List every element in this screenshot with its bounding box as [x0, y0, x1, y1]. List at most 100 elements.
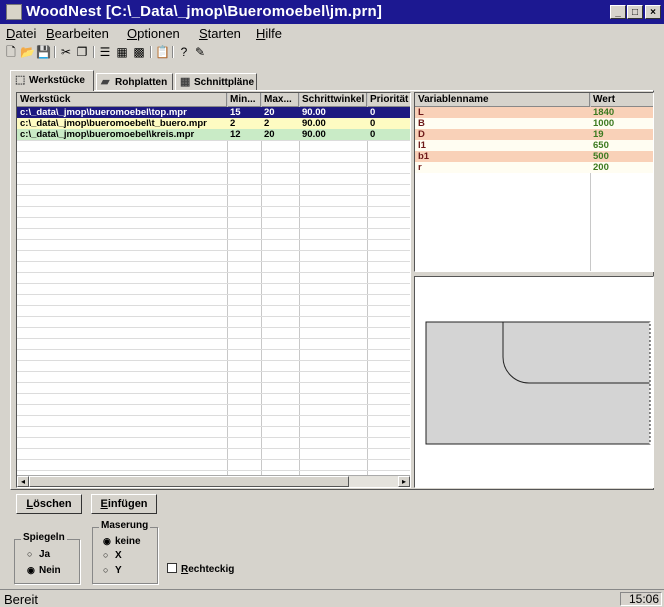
table-cell-max: 20: [264, 129, 275, 140]
rechteckig-checkbox[interactable]: Rechteckig: [167, 563, 234, 575]
scroll-right-icon[interactable]: ▸: [398, 476, 410, 487]
variable-value[interactable]: 500: [590, 151, 653, 162]
tab-rohplatten[interactable]: ▰ Rohplatten: [96, 73, 173, 90]
title-bar: WoodNest [C:\_Data\_jmop\Bueromoebel\jm.…: [0, 0, 664, 24]
list-icon[interactable]: ☰: [98, 45, 112, 59]
maximize-button[interactable]: □: [627, 5, 643, 19]
part-preview-drawing: [425, 321, 651, 445]
variable-row[interactable]: r 200: [415, 162, 653, 173]
grid-row-line: [17, 162, 410, 163]
table-cell-max: 2: [264, 118, 270, 129]
grid-row-line: [17, 294, 410, 295]
grid-row-line: [17, 316, 410, 317]
radio-checked-icon: ◉: [103, 536, 111, 546]
spiegeln-group: Spiegeln ○ Ja ◉ Nein: [14, 532, 80, 584]
grid-row-line: [17, 272, 410, 273]
table-cell-winkel: 90.00: [302, 129, 326, 140]
variable-row[interactable]: B 1000: [415, 118, 653, 129]
close-button[interactable]: ×: [645, 5, 661, 19]
grid-row-line: [17, 415, 410, 416]
variable-value[interactable]: 650: [590, 140, 653, 151]
scroll-thumb[interactable]: [29, 476, 349, 487]
spiegeln-nein-radio[interactable]: ◉ Nein: [27, 565, 61, 576]
run-icon[interactable]: ✎: [193, 45, 207, 59]
column-wert[interactable]: Wert: [590, 93, 653, 107]
scroll-left-icon[interactable]: ◂: [17, 476, 29, 487]
table-cell-prio: 0: [370, 107, 376, 118]
help-icon[interactable]: ?: [177, 45, 191, 59]
grid-row-line: [17, 426, 410, 427]
column-variablenname[interactable]: Variablenname: [415, 93, 590, 107]
radio-icon: ○: [27, 549, 33, 559]
menu-starten[interactable]: Starten: [199, 26, 241, 41]
maserung-y-radio[interactable]: ○ Y: [103, 565, 122, 576]
grid-row-line: [17, 470, 410, 471]
variable-row[interactable]: D 19: [415, 129, 653, 140]
menu-bearbeiten[interactable]: Bearbeiten: [46, 26, 109, 41]
save-icon[interactable]: 💾: [36, 45, 51, 59]
grid-row-line: [17, 184, 410, 185]
column-schrittwinkel[interactable]: Schrittwinkel: [299, 93, 367, 107]
status-text: Bereit: [4, 592, 38, 607]
table-cell-werkstueck: c:\_data\_jmop\bueromoebel\kreis.mpr: [20, 129, 195, 140]
variable-row[interactable]: b1 500: [415, 151, 653, 162]
radio-checked-icon: ◉: [27, 565, 35, 575]
grid-row-line: [17, 404, 410, 405]
checkbox-icon: [167, 563, 177, 573]
variable-row[interactable]: L 1840: [415, 107, 653, 118]
einfuegen-button[interactable]: Einfügen: [91, 494, 157, 514]
table-row[interactable]: c:\_data\_jmop\bueromoebel\t_buero.mpr 2 2…: [17, 118, 410, 129]
tab-schnittplaene[interactable]: ▦ Schnittpläne: [175, 73, 257, 90]
grid-row-line: [17, 448, 410, 449]
minimize-button[interactable]: _: [610, 5, 626, 19]
grid-row-line: [17, 217, 410, 218]
grid-row-line: [17, 327, 410, 328]
maserung-keine-radio[interactable]: ◉ keine: [103, 536, 141, 547]
layout-icon[interactable]: ▦: [115, 45, 129, 59]
maserung-x-radio[interactable]: ○ X: [103, 550, 122, 561]
column-min[interactable]: Min...: [227, 93, 261, 107]
grid-row-line: [17, 261, 410, 262]
grid-row-line: [17, 459, 410, 460]
table-cell-winkel: 90.00: [302, 107, 326, 118]
menu-optionen[interactable]: Optionen: [127, 26, 180, 41]
spiegeln-ja-radio[interactable]: ○ Ja: [27, 549, 50, 560]
variables-table[interactable]: Variablenname Wert L 1840 B 1000 D 19 l1 650 b1 5…: [414, 92, 654, 272]
clipboard-icon[interactable]: 📋: [155, 45, 170, 59]
grid-row-line: [17, 338, 410, 339]
grid-row-line: [17, 206, 410, 207]
loeschen-button[interactable]: Löschen: [16, 494, 82, 514]
grid-row-line: [17, 195, 410, 196]
cut-icon[interactable]: ✂: [59, 45, 73, 59]
toolbar: 🗋 📂 💾 ✂ ❐ ☰ ▦ ▩ 📋 ? ✎: [0, 42, 664, 62]
palette-icon[interactable]: ▩: [132, 45, 146, 59]
tab-werkstuecke[interactable]: ⬚ Werkstücke: [10, 70, 94, 91]
parts-table[interactable]: Werkstück Min... Max... Schrittwinkel Pr…: [16, 92, 411, 488]
table-cell-min: 15: [230, 107, 241, 118]
variable-value[interactable]: 1840: [590, 107, 653, 118]
copy-icon[interactable]: ❐: [75, 45, 89, 59]
variable-value[interactable]: 19: [590, 129, 653, 140]
maserung-title: Maserung: [99, 520, 151, 531]
table-cell-prio: 0: [370, 129, 376, 140]
column-max[interactable]: Max...: [261, 93, 299, 107]
menu-datei[interactable]: Datei: [6, 26, 36, 41]
menu-hilfe[interactable]: Hilfe: [256, 26, 282, 41]
column-prioritaet[interactable]: Priorität: [367, 93, 410, 107]
variable-value[interactable]: 1000: [590, 118, 653, 129]
variable-name: l1: [418, 140, 426, 151]
column-werkstueck[interactable]: Werkstück: [17, 93, 227, 107]
table-row[interactable]: c:\_data\_jmop\bueromoebel\top.mpr 15 20 90…: [17, 107, 410, 118]
variable-row[interactable]: l1 650: [415, 140, 653, 151]
open-folder-icon[interactable]: 📂: [20, 45, 35, 59]
new-file-icon[interactable]: 🗋: [4, 45, 18, 59]
table-row[interactable]: c:\_data\_jmop\bueromoebel\kreis.mpr 12 20…: [17, 129, 410, 140]
table-cell-min: 12: [230, 129, 241, 140]
grid-row-line: [17, 393, 410, 394]
variable-value[interactable]: 200: [590, 162, 653, 173]
radio-icon: ○: [103, 550, 109, 560]
variable-name: B: [418, 118, 425, 129]
parts-scrollbar[interactable]: ◂ ▸: [17, 475, 410, 487]
part-preview: [414, 276, 654, 488]
grid-row-line: [17, 250, 410, 251]
